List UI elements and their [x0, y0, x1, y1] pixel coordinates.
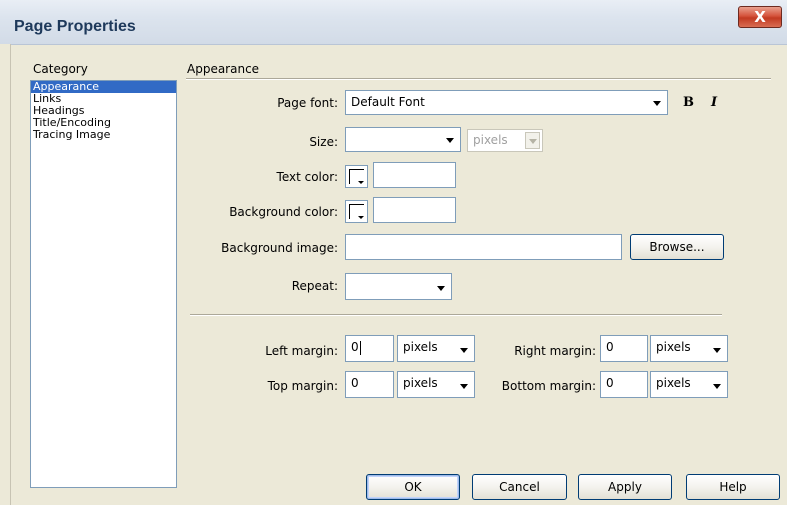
right-margin-label: Right margin:: [514, 344, 596, 358]
page-font-select[interactable]: Default Font: [345, 90, 668, 115]
background-image-label: Background image:: [221, 241, 338, 255]
top-margin-unit-select[interactable]: pixels: [397, 371, 475, 398]
page-font-label: Page font:: [277, 96, 338, 110]
top-margin-input[interactable]: 0: [345, 371, 394, 398]
text-color-label: Text color:: [276, 170, 338, 184]
right-margin-input[interactable]: 0: [600, 335, 648, 362]
size-unit-dropdown-button: [525, 132, 540, 149]
top-margin-unit-value: pixels: [403, 376, 438, 390]
size-select[interactable]: [345, 127, 461, 152]
chevron-down-icon: [460, 384, 468, 389]
chevron-down-icon: [713, 384, 721, 389]
left-margin-label: Left margin:: [265, 344, 338, 358]
left-margin-unit-select[interactable]: pixels: [397, 335, 475, 362]
background-color-input[interactable]: [373, 197, 456, 223]
chevron-down-icon: [529, 139, 537, 144]
close-button[interactable]: X: [738, 6, 782, 28]
background-color-picker[interactable]: [345, 200, 368, 223]
panel-heading: Appearance: [187, 62, 260, 76]
bottom-margin-unit-value: pixels: [656, 376, 691, 390]
chevron-down-icon: [437, 286, 445, 291]
title-bar: Page Properties X: [0, 0, 787, 45]
right-margin-unit-select[interactable]: pixels: [650, 335, 728, 362]
chevron-down-icon: [653, 101, 661, 106]
chevron-down-icon: [713, 348, 721, 353]
text-color-input[interactable]: [373, 162, 456, 188]
category-label: Category: [33, 62, 88, 76]
left-margin-value: 0: [351, 340, 359, 354]
repeat-select[interactable]: [345, 273, 452, 300]
category-list[interactable]: Appearance Links Headings Title/Encoding…: [30, 80, 177, 488]
window-left-edge: [0, 44, 11, 505]
category-item-tracing-image[interactable]: Tracing Image: [31, 129, 176, 141]
repeat-label: Repeat:: [291, 279, 338, 293]
ok-button[interactable]: OK: [366, 474, 460, 500]
right-margin-unit-value: pixels: [656, 340, 691, 354]
bottom-margin-label: Bottom margin:: [501, 379, 596, 393]
background-color-label: Background color:: [229, 205, 338, 219]
left-margin-input[interactable]: 0: [345, 335, 394, 362]
left-margin-unit-value: pixels: [403, 340, 438, 354]
help-button[interactable]: Help: [686, 474, 780, 500]
margins-divider: [190, 314, 722, 316]
close-icon: X: [754, 8, 766, 26]
dialog-title: Page Properties: [14, 18, 136, 35]
apply-button[interactable]: Apply: [578, 474, 672, 500]
heading-divider: [186, 78, 771, 80]
text-cursor: [359, 340, 361, 355]
size-label: Size:: [309, 135, 338, 149]
background-image-input[interactable]: [345, 234, 622, 260]
chevron-down-icon: [446, 138, 454, 143]
chevron-down-icon: [460, 348, 468, 353]
bottom-margin-input[interactable]: 0: [600, 371, 648, 398]
page-font-value: Default Font: [351, 95, 425, 109]
top-margin-label: Top margin:: [267, 379, 338, 393]
bold-icon[interactable]: B: [683, 95, 694, 110]
browse-button[interactable]: Browse...: [630, 234, 724, 260]
bottom-margin-unit-select[interactable]: pixels: [650, 371, 728, 398]
cancel-button[interactable]: Cancel: [472, 474, 567, 500]
size-unit-value: pixels: [473, 133, 508, 147]
size-unit-select[interactable]: pixels: [467, 129, 543, 152]
italic-icon[interactable]: I: [711, 95, 717, 110]
text-color-picker[interactable]: [345, 165, 368, 188]
page-properties-dialog: Page Properties X Category Appearance Li…: [0, 0, 787, 505]
